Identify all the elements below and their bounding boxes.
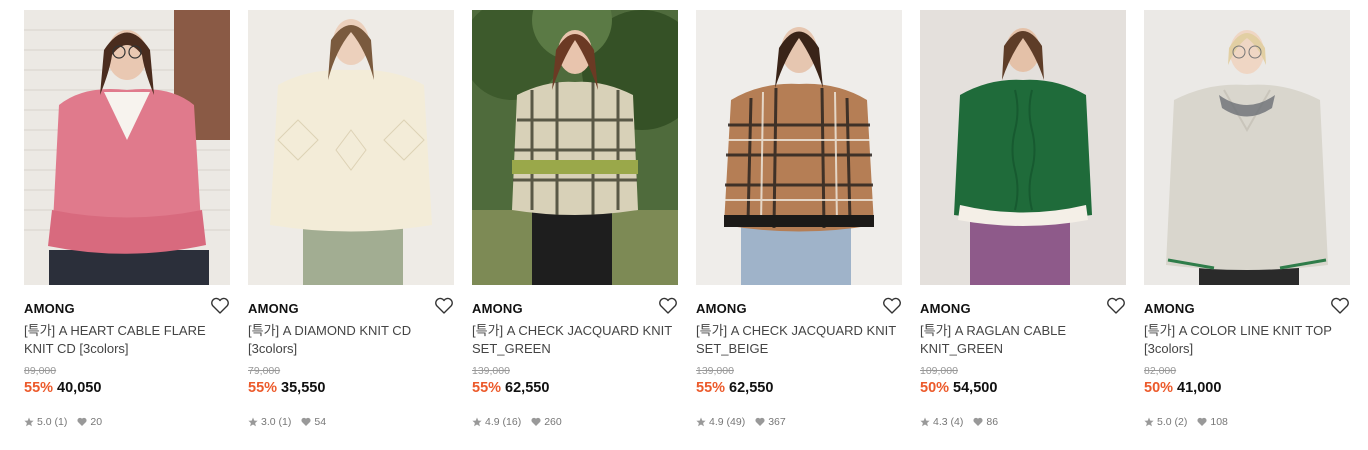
original-price: 139,000	[696, 365, 734, 377]
product-card[interactable]: AMONG [특가] A RAGLAN CABLE KNIT_GREEN 109…	[920, 10, 1126, 429]
sale-price: 62,550	[729, 380, 774, 396]
product-image[interactable]	[920, 10, 1126, 285]
review-count: (1)	[54, 416, 68, 428]
price-row: 55% 62,550	[696, 380, 902, 400]
review-count: (1)	[278, 416, 292, 428]
product-title[interactable]: [특가] A COLOR LINE KNIT TOP [3colors]	[1144, 322, 1350, 358]
product-card[interactable]: AMONG [특가] A HEART CABLE FLARE KNIT CD […	[24, 10, 230, 429]
discount-rate: 55%	[24, 380, 54, 396]
like-count: 54	[314, 416, 327, 428]
discount-rate: 55%	[696, 380, 726, 396]
product-image[interactable]	[248, 10, 454, 285]
star-icon	[696, 417, 706, 427]
price-row: 55% 40,050	[24, 380, 230, 400]
like-count: 20	[90, 416, 103, 428]
review-count: (49)	[726, 416, 746, 428]
heart-outline-icon[interactable]	[658, 297, 678, 315]
brand-name[interactable]: AMONG	[1144, 301, 1195, 316]
rating-value: 4.9	[709, 416, 724, 428]
brand-name[interactable]: AMONG	[920, 301, 971, 316]
original-price: 109,000	[920, 365, 958, 377]
review-count: (16)	[502, 416, 522, 428]
star-icon	[24, 417, 34, 427]
product-image[interactable]	[472, 10, 678, 285]
discount-rate: 55%	[248, 380, 278, 396]
product-stats: 5.0 (2) 108	[1144, 415, 1350, 429]
brand-name[interactable]: AMONG	[696, 301, 747, 316]
product-grid: AMONG [특가] A HEART CABLE FLARE KNIT CD […	[0, 0, 1368, 450]
original-price: 82,000	[1144, 365, 1177, 377]
product-stats: 4.9 (16) 260	[472, 415, 678, 429]
price-row: 50% 54,500	[920, 380, 1126, 400]
like-count: 260	[544, 416, 562, 428]
rating-value: 5.0	[37, 416, 52, 428]
rating-value: 4.3	[933, 416, 948, 428]
product-card[interactable]: AMONG [특가] A COLOR LINE KNIT TOP [3color…	[1144, 10, 1350, 429]
sale-price: 54,500	[953, 380, 998, 396]
product-card[interactable]: AMONG [특가] A CHECK JACQUARD KNIT SET_GRE…	[472, 10, 678, 429]
heart-icon	[1197, 417, 1207, 426]
product-title[interactable]: [특가] A CHECK JACQUARD KNIT SET_BEIGE	[696, 322, 902, 358]
star-icon	[1144, 417, 1154, 427]
heart-outline-icon[interactable]	[1106, 297, 1126, 315]
heart-icon	[531, 417, 541, 426]
sale-price: 35,550	[281, 380, 326, 396]
original-price: 139,000	[472, 365, 510, 377]
price-row: 55% 62,550	[472, 380, 678, 400]
product-title[interactable]: [특가] A HEART CABLE FLARE KNIT CD [3color…	[24, 322, 230, 358]
discount-rate: 50%	[1144, 380, 1174, 396]
product-title[interactable]: [특가] A CHECK JACQUARD KNIT SET_GREEN	[472, 322, 678, 358]
heart-icon	[755, 417, 765, 426]
like-count: 367	[768, 416, 786, 428]
sale-price: 41,000	[1177, 380, 1222, 396]
discount-rate: 55%	[472, 380, 502, 396]
heart-icon	[77, 417, 87, 426]
product-stats: 4.9 (49) 367	[696, 415, 902, 429]
review-count: (4)	[950, 416, 964, 428]
product-stats: 5.0 (1) 20	[24, 415, 230, 429]
heart-outline-icon[interactable]	[1330, 297, 1350, 315]
product-image[interactable]	[1144, 10, 1350, 285]
product-stats: 3.0 (1) 54	[248, 415, 454, 429]
product-stats: 4.3 (4) 86	[920, 415, 1126, 429]
star-icon	[920, 417, 930, 427]
sale-price: 62,550	[505, 380, 550, 396]
heart-outline-icon[interactable]	[882, 297, 902, 315]
price-row: 50% 41,000	[1144, 380, 1350, 400]
brand-name[interactable]: AMONG	[24, 301, 75, 316]
product-image[interactable]	[696, 10, 902, 285]
product-title[interactable]: [특가] A DIAMOND KNIT CD [3colors]	[248, 322, 454, 358]
rating-value: 5.0	[1157, 416, 1172, 428]
product-title[interactable]: [특가] A RAGLAN CABLE KNIT_GREEN	[920, 322, 1126, 358]
heart-outline-icon[interactable]	[210, 297, 230, 315]
star-icon	[248, 417, 258, 427]
sale-price: 40,050	[57, 380, 102, 396]
like-count: 86	[986, 416, 999, 428]
product-image[interactable]	[24, 10, 230, 285]
rating-value: 4.9	[485, 416, 500, 428]
heart-icon	[301, 417, 311, 426]
heart-icon	[973, 417, 983, 426]
product-card[interactable]: AMONG [특가] A CHECK JACQUARD KNIT SET_BEI…	[696, 10, 902, 429]
original-price: 89,000	[24, 365, 57, 377]
rating-value: 3.0	[261, 416, 276, 428]
product-card[interactable]: AMONG [특가] A DIAMOND KNIT CD [3colors] 7…	[248, 10, 454, 429]
original-price: 79,000	[248, 365, 281, 377]
review-count: (2)	[1174, 416, 1188, 428]
brand-name[interactable]: AMONG	[248, 301, 299, 316]
brand-name[interactable]: AMONG	[472, 301, 523, 316]
like-count: 108	[1210, 416, 1228, 428]
star-icon	[472, 417, 482, 427]
price-row: 55% 35,550	[248, 380, 454, 400]
discount-rate: 50%	[920, 380, 950, 396]
heart-outline-icon[interactable]	[434, 297, 454, 315]
